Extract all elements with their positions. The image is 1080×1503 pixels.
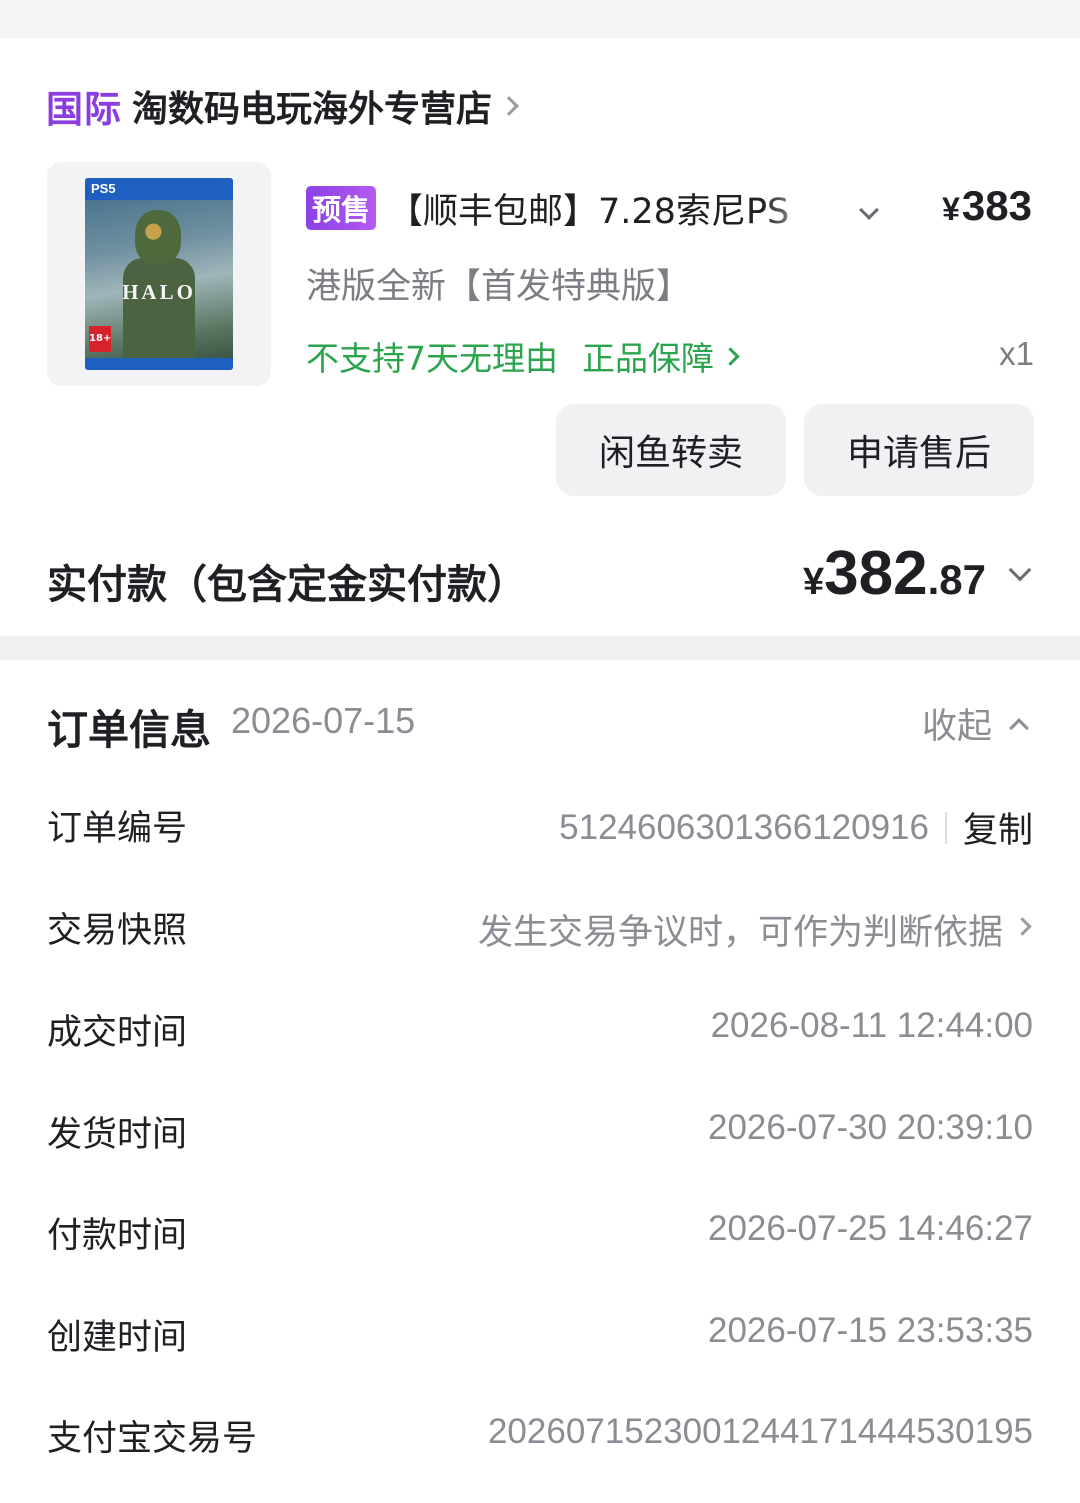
presale-badge: 预售	[306, 186, 377, 230]
store-header[interactable]: 国际 淘数码电玩海外专营店	[46, 84, 519, 131]
product-thumbnail[interactable]: PS5 HALO 18+	[47, 162, 271, 386]
row-label: 创建时间	[47, 1318, 188, 1358]
resell-button[interactable]: 闲鱼转卖	[556, 404, 786, 496]
international-badge: 国际	[46, 88, 122, 131]
chevron-right-icon	[721, 346, 740, 366]
create-time-row: 创建时间 2026-07-15 23:53:35	[47, 1309, 1033, 1359]
chevron-right-icon	[499, 96, 519, 116]
product-price: ¥383	[942, 182, 1032, 229]
deal-time-value: 2026-08-11 12:44:00	[710, 1006, 1033, 1045]
order-info-title: 订单信息	[47, 706, 211, 754]
no-return-notice: 不支持7天无理由	[306, 339, 558, 378]
deal-time-row: 成交时间 2026-08-11 12:44:00	[47, 1004, 1033, 1054]
ship-time-row: 发货时间 2026-07-30 20:39:10	[47, 1106, 1033, 1156]
store-name: 淘数码电玩海外专营店	[132, 89, 493, 130]
row-label: 付款时间	[47, 1216, 188, 1256]
row-label: 发货时间	[47, 1115, 188, 1155]
game-cover-image: PS5 HALO 18+	[85, 178, 233, 370]
product-spec: 港版全新【首发特典版】	[306, 267, 692, 307]
row-label: 支付宝交易号	[47, 1419, 258, 1459]
alipay-trade-row: 支付宝交易号 2026071523001244171444530195	[47, 1410, 1033, 1460]
order-info-date: 2026-07-15	[231, 700, 416, 741]
product-title-row[interactable]: 预售 【顺丰包邮】7.28索尼PS	[306, 186, 886, 232]
chevron-right-icon	[1013, 917, 1032, 936]
paid-amount[interactable]: ¥382.87	[803, 538, 986, 609]
cover-title: HALO	[122, 280, 196, 304]
authentic-guarantee: 正品保障	[582, 339, 714, 378]
collapse-button[interactable]: 收起	[921, 698, 1029, 749]
product-title: 【顺丰包邮】7.28索尼PS	[388, 191, 790, 232]
cover-platform-label: PS5	[91, 181, 116, 196]
order-number-row: 订单编号 5124606301366120916 复制	[47, 800, 1033, 853]
service-guarantee[interactable]: 不支持7天无理由 正品保障	[306, 332, 740, 380]
snapshot-value: 发生交易争议时，可作为判断依据	[477, 913, 1003, 953]
copy-button[interactable]: 复制	[963, 802, 1033, 853]
row-label: 订单编号	[47, 809, 188, 849]
chevron-up-icon	[1009, 717, 1029, 738]
pay-time-value: 2026-07-25 14:46:27	[708, 1209, 1033, 1248]
top-strip	[0, 0, 1080, 38]
divider	[944, 811, 947, 844]
after-sale-button[interactable]: 申请售后	[804, 404, 1034, 496]
row-label: 成交时间	[47, 1013, 188, 1053]
order-number-value: 5124606301366120916	[559, 807, 929, 847]
create-time-value: 2026-07-15 23:53:35	[708, 1311, 1033, 1350]
product-quantity: x1	[999, 335, 1034, 372]
paid-amount-label: 实付款（包含定金实付款）	[47, 562, 527, 608]
collapse-label: 收起	[921, 707, 992, 747]
row-label: 交易快照	[47, 911, 188, 951]
pay-time-row: 付款时间 2026-07-25 14:46:27	[47, 1207, 1033, 1257]
alipay-trade-value: 2026071523001244171444530195	[487, 1412, 1033, 1451]
order-info-card	[0, 660, 1080, 1503]
ship-time-value: 2026-07-30 20:39:10	[708, 1108, 1033, 1147]
age-rating-badge: 18+	[89, 326, 111, 352]
section-divider	[0, 636, 1080, 660]
snapshot-row[interactable]: 交易快照 发生交易争议时，可作为判断依据	[47, 902, 1033, 953]
